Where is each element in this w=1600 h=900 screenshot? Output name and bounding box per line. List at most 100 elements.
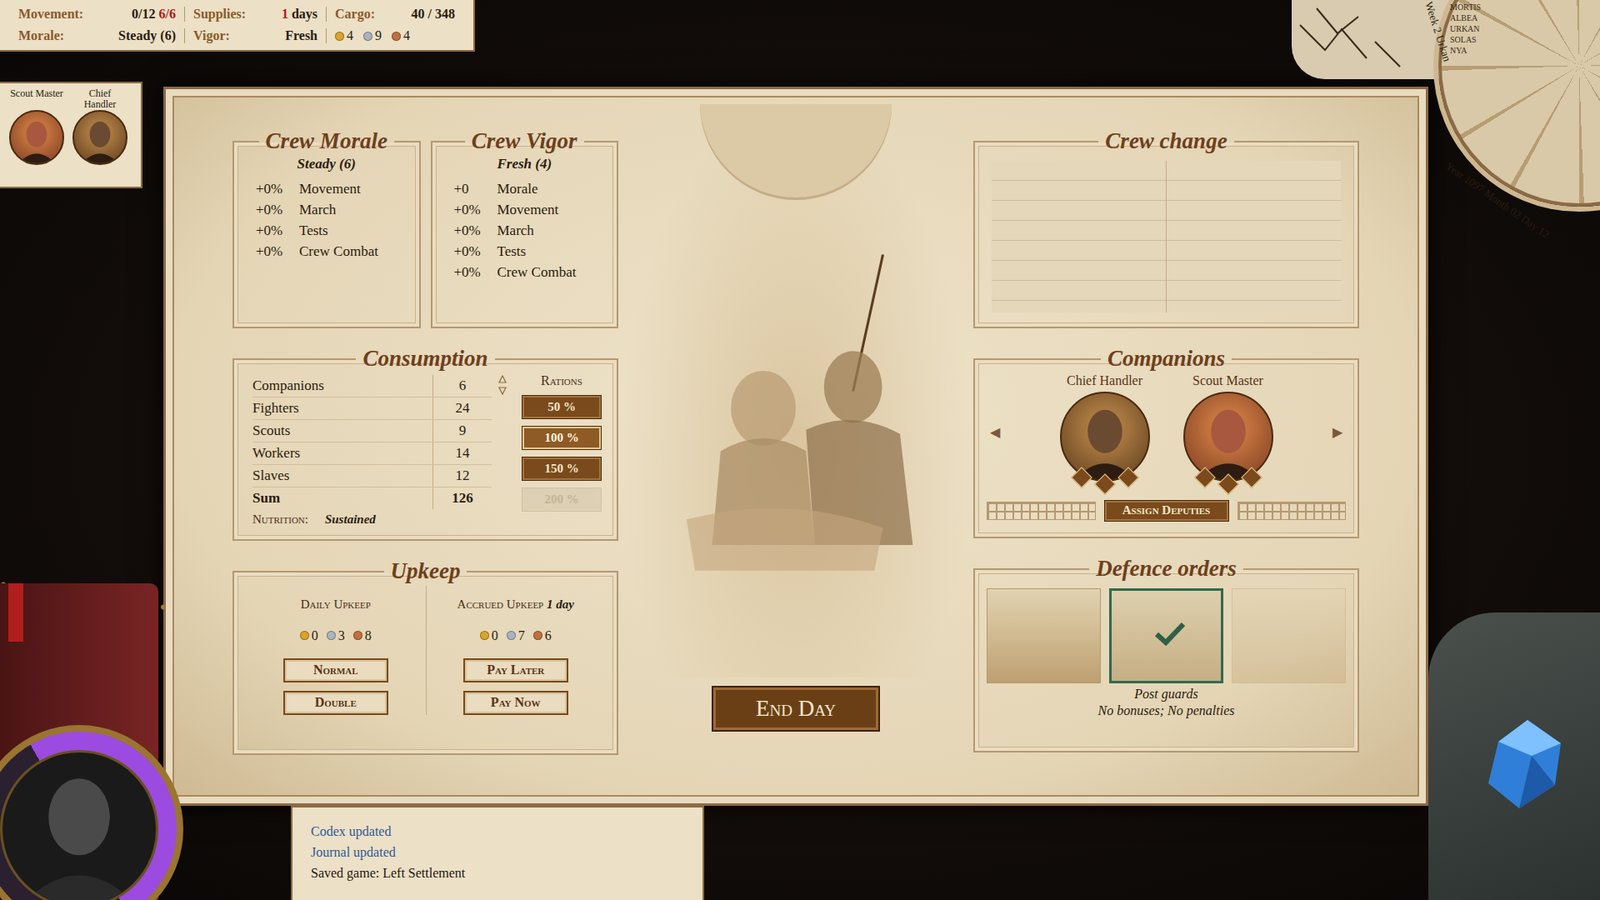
previous-button[interactable]: ◀	[986, 420, 1004, 444]
row-label: Sum	[252, 487, 434, 510]
coin-icon	[506, 630, 516, 640]
message-log: Codex updatedJournal updatedSaved game: …	[290, 805, 705, 900]
campfire-figures-icon	[668, 237, 927, 580]
upkeep-button[interactable]: Pay Later	[463, 658, 569, 683]
upkeep-button[interactable]: Pay Now	[463, 690, 569, 715]
moon-icon	[700, 104, 892, 200]
cargo-stat: Cargo:40 / 348	[326, 6, 464, 22]
panel-title: Companions	[1100, 346, 1232, 372]
companion-badges	[1197, 470, 1260, 492]
right-page: Crew changeCompanions◀Chief HandlerScout…	[973, 129, 1360, 780]
upkeep-button[interactable]: Normal	[283, 658, 389, 683]
stat-label: Vigor:	[193, 28, 230, 44]
hero-portrait-icon	[0, 750, 159, 900]
stat-value: Steady (6)	[118, 28, 176, 44]
coin: 4	[391, 28, 410, 44]
log-entry[interactable]: Journal updated	[310, 841, 685, 863]
row-label: Companions	[252, 375, 434, 397]
center-page: End Day	[618, 129, 974, 780]
camp-panel: Crew MoraleSteady (6)+0%Movement+0%March…	[163, 86, 1429, 806]
crystal-icon[interactable]	[1481, 718, 1565, 810]
face-icon	[74, 111, 126, 164]
companion-card[interactable]: Chief Handler	[1059, 373, 1151, 492]
crew-morale-panel: Crew MoraleSteady (6)+0%Movement+0%March…	[232, 129, 421, 329]
skill-icon[interactable]	[1240, 466, 1262, 488]
stat-value: 1 days	[281, 6, 318, 22]
talk-icon[interactable]	[1094, 473, 1115, 495]
row-value: 126	[433, 487, 492, 510]
ration-button[interactable]: 200 %	[521, 487, 602, 512]
hero-medallion[interactable]	[0, 725, 184, 900]
coin: 0	[480, 628, 499, 644]
modifier-list: +0Morale+0%Movement+0%March+0%Tests+0%Cr…	[444, 180, 606, 281]
scroll-icon[interactable]	[498, 375, 507, 395]
portrait-icon	[9, 110, 65, 165]
stat-label: Supplies:	[193, 6, 246, 22]
stat-extra: 6/6	[159, 6, 176, 21]
coin: 3	[326, 628, 345, 644]
nutrition-value: Sustained	[325, 512, 376, 527]
face-icon	[1061, 393, 1149, 480]
month-name: ALBEA	[1450, 12, 1481, 24]
modifier-row: +0%Crew Combat	[255, 243, 408, 260]
modifier-row: +0%Crew Combat	[454, 264, 606, 281]
modifier-label: Crew Combat	[497, 264, 606, 281]
log-entry[interactable]: Codex updated	[310, 820, 685, 842]
modifier-value: +0%	[255, 243, 300, 260]
ration-button[interactable]: 100 %	[521, 425, 602, 450]
defence-order[interactable]	[1109, 588, 1224, 684]
ration-button[interactable]: 150 %	[521, 456, 602, 481]
panel-title: Consumption	[355, 346, 495, 372]
role-icon[interactable]	[1194, 466, 1215, 488]
modifier-row: +0%Movement	[255, 180, 408, 198]
camp-illustration	[618, 104, 974, 678]
month-name: NYA	[1450, 45, 1481, 56]
modifier-label: Tests	[299, 222, 408, 240]
coin: 0	[300, 628, 319, 644]
party-member-label: Scout Master	[10, 88, 64, 110]
game-screen: Crew MoraleSteady (6)+0%Movement+0%March…	[0, 0, 1600, 900]
upkeep-button[interactable]: Double	[283, 690, 389, 715]
daily-upkeep: Daily Upkeep038NormalDouble	[245, 585, 426, 715]
month-name: SOLAS	[1450, 34, 1481, 45]
row-value: 9	[433, 420, 492, 442]
crew-change-list	[991, 160, 1341, 313]
stat-label: Movement:	[18, 6, 84, 22]
greek-key-ornament	[986, 501, 1096, 520]
modifier-value: +0%	[454, 201, 498, 219]
next-button[interactable]: ▶	[1329, 420, 1346, 444]
party-member[interactable]: Scout Master	[8, 88, 65, 182]
role-icon[interactable]	[1070, 466, 1092, 488]
modifier-label: March	[299, 201, 408, 219]
assign-row: Assign Deputies	[986, 500, 1346, 522]
companion-portrait-icon	[1183, 391, 1274, 482]
party-member[interactable]: Chief Handler	[71, 88, 129, 182]
modifier-label: Movement	[497, 201, 606, 219]
assign-deputies-button[interactable]: Assign Deputies	[1104, 500, 1230, 522]
defence-order[interactable]	[986, 588, 1101, 684]
companion-card[interactable]: Scout Master	[1182, 373, 1275, 492]
row-value: 14	[433, 442, 492, 465]
companion-name: Chief Handler	[1066, 373, 1143, 389]
stat-label: Cargo:	[335, 6, 375, 22]
coin: 8	[353, 628, 372, 644]
panel-title: Upkeep	[384, 559, 468, 585]
panel-title: Crew Morale	[259, 129, 395, 155]
talk-icon[interactable]	[1217, 473, 1239, 495]
month-name: URKAN	[1450, 23, 1481, 35]
consumption-sum: Sum126	[252, 487, 492, 510]
skill-icon[interactable]	[1117, 466, 1139, 488]
party-bar: Scout Master Chief Handler	[0, 81, 143, 189]
modifier-row: +0Morale	[454, 180, 606, 198]
movement-stat: Movement:0/12 6/6	[10, 6, 185, 22]
defence-order[interactable]	[1231, 588, 1346, 684]
coin-row: 038	[300, 628, 372, 644]
ration-button[interactable]: 50 %	[521, 395, 602, 420]
end-day-button[interactable]: End Day	[711, 685, 880, 732]
modifier-value: +0%	[255, 180, 300, 198]
coin: 6	[533, 628, 552, 644]
nutrition: Nutrition:Sustained	[252, 512, 492, 527]
modifier-row: +0%March	[255, 201, 408, 219]
face-icon	[10, 111, 63, 164]
month-list: MORTISALBEAURKANSOLASNYA	[1450, 1, 1481, 56]
